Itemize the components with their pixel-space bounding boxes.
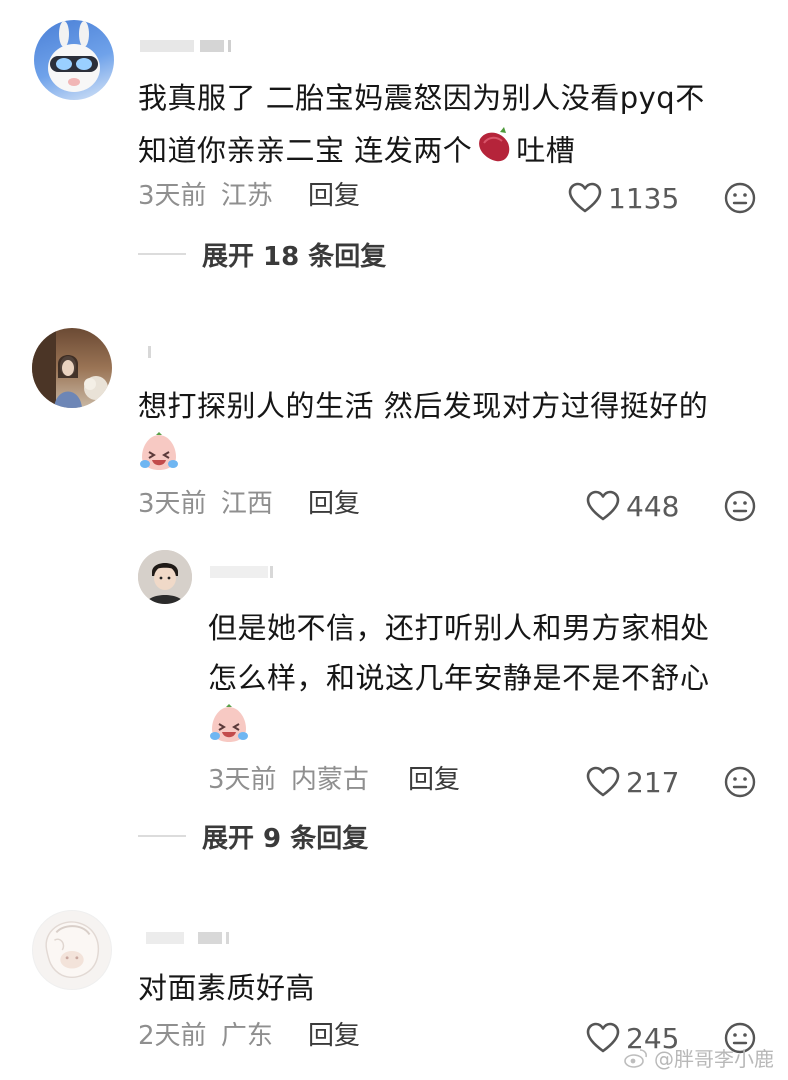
heart-outline-icon <box>586 766 620 797</box>
divider-line <box>138 253 186 255</box>
like-button[interactable]: 1135 <box>568 178 679 218</box>
like-count: 217 <box>626 765 680 799</box>
heart-outline-icon <box>586 490 620 521</box>
meh-face-icon[interactable] <box>724 182 756 214</box>
reply-button[interactable]: 回复 <box>408 760 460 800</box>
like-count: 448 <box>626 489 680 523</box>
reply-button[interactable]: 回复 <box>308 176 360 216</box>
divider-line <box>138 835 186 837</box>
comment-text: 但是她不信，还打听别人和男方家相处 怎么样，和说这几年安静是不是不舒心 <box>208 603 768 760</box>
expand-replies-button[interactable]: 展开 18 条回复 <box>138 234 386 274</box>
comment-meta: 3天前 江西 <box>138 484 273 524</box>
reply-button[interactable]: 回复 <box>308 1016 360 1056</box>
username-redacted[interactable] <box>140 928 232 946</box>
like-button[interactable]: 448 <box>586 486 679 526</box>
username-redacted[interactable] <box>140 342 160 360</box>
watermark: @胖哥李小鹿 <box>624 1043 774 1072</box>
avatar[interactable] <box>32 328 112 408</box>
location: 江西 <box>220 489 273 519</box>
meh-face-icon[interactable] <box>724 766 756 798</box>
comment-meta: 2天前 广东 <box>138 1016 273 1056</box>
laugh-cry-emoji <box>138 431 180 488</box>
avatar[interactable] <box>138 550 192 604</box>
location: 内蒙古 <box>290 765 369 795</box>
boy-photo-avatar-image <box>138 550 192 604</box>
comment-meta: 3天前 内蒙古 <box>208 760 369 800</box>
sweet-potato-emoji <box>472 123 516 182</box>
heart-outline-icon <box>568 182 602 213</box>
rabbit-avatar-image <box>48 21 100 92</box>
reply-button[interactable]: 回复 <box>308 484 360 524</box>
username-redacted[interactable] <box>140 36 232 54</box>
timestamp: 3天前 <box>138 181 207 211</box>
like-button[interactable]: 217 <box>586 762 679 802</box>
avatar[interactable] <box>32 910 112 990</box>
location: 广东 <box>220 1021 273 1051</box>
anime-avatar-image <box>45 921 100 978</box>
username-redacted[interactable] <box>210 562 274 580</box>
comment-text: 对面素质好高 <box>138 971 316 1005</box>
comment-meta: 3天前 江苏 <box>138 176 273 216</box>
weibo-logo-icon <box>624 1048 647 1068</box>
comment-text: 想打探别人的生活 然后发现对方过得挺好的 <box>138 381 758 488</box>
timestamp: 3天前 <box>138 489 207 519</box>
timestamp: 2天前 <box>138 1021 207 1051</box>
timestamp: 3天前 <box>208 765 277 795</box>
like-count: 1135 <box>608 181 680 215</box>
avatar[interactable] <box>34 20 114 100</box>
comment-text: 我真服了 二胎宝妈震怒因为别人没看pyq不 知道你亲亲二宝 连发两个 吐槽 <box>138 73 758 182</box>
expand-replies-button[interactable]: 展开 9 条回复 <box>138 816 368 856</box>
meh-face-icon[interactable] <box>724 490 756 522</box>
location: 江苏 <box>220 181 273 211</box>
girl-photo-avatar-image <box>32 328 108 408</box>
heart-outline-icon <box>586 1022 620 1053</box>
laugh-cry-emoji <box>208 703 250 760</box>
